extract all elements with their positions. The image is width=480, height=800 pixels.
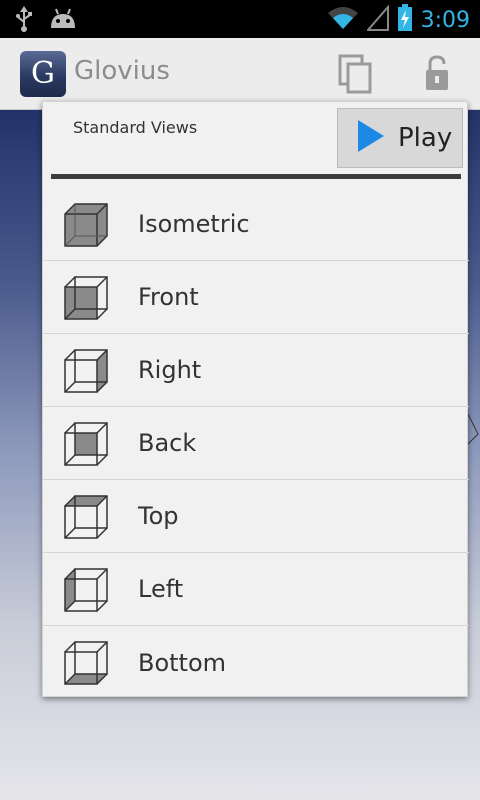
status-bar: 3:09 (0, 0, 480, 38)
popup-heading: Standard Views (73, 118, 198, 137)
view-item-top[interactable]: Top (43, 480, 469, 553)
cube-front-icon (63, 275, 109, 321)
play-button[interactable]: Play (337, 108, 463, 168)
play-label: Play (398, 123, 453, 153)
view-item-bottom[interactable]: Bottom (43, 626, 469, 699)
app-logo[interactable]: G (20, 51, 66, 97)
standard-views-popup: Standard Views Play Isometric Front Righ… (42, 101, 469, 699)
battery-charging-icon (397, 4, 413, 36)
lock-icon[interactable] (424, 54, 450, 96)
view-item-isometric[interactable]: Isometric (43, 188, 469, 261)
cube-back-icon (63, 421, 109, 467)
cube-left-icon (63, 567, 109, 613)
view-item-right[interactable]: Right (43, 334, 469, 407)
header-divider (51, 174, 461, 179)
cube-right-icon (63, 348, 109, 394)
cube-isometric-icon (63, 202, 109, 248)
view-label: Back (138, 429, 197, 457)
view-item-back[interactable]: Back (43, 407, 469, 480)
view-item-left[interactable]: Left (43, 553, 469, 626)
view-label: Bottom (138, 648, 227, 677)
notification-icons (14, 6, 78, 36)
copy-icon[interactable] (338, 54, 372, 98)
popup-header: Standard Views Play (43, 102, 467, 182)
view-item-front[interactable]: Front (43, 261, 469, 334)
signal-icon (365, 4, 389, 35)
view-label: Left (138, 575, 184, 603)
view-label: Top (138, 502, 179, 530)
view-label: Right (138, 356, 202, 384)
cube-top-icon (63, 494, 109, 540)
android-icon (48, 8, 78, 34)
play-icon (356, 118, 386, 158)
usb-icon (14, 6, 34, 36)
system-icons: 3:09 (327, 4, 470, 36)
view-label: Front (138, 283, 199, 311)
clock: 3:09 (420, 7, 470, 33)
action-bar: G Glovius (0, 38, 480, 110)
app-title: Glovius (74, 56, 170, 86)
cube-bottom-icon (63, 640, 109, 686)
wifi-icon (327, 5, 359, 35)
view-list: Isometric Front Right Back Top Left Bott… (43, 188, 469, 699)
view-label: Isometric (138, 210, 250, 238)
